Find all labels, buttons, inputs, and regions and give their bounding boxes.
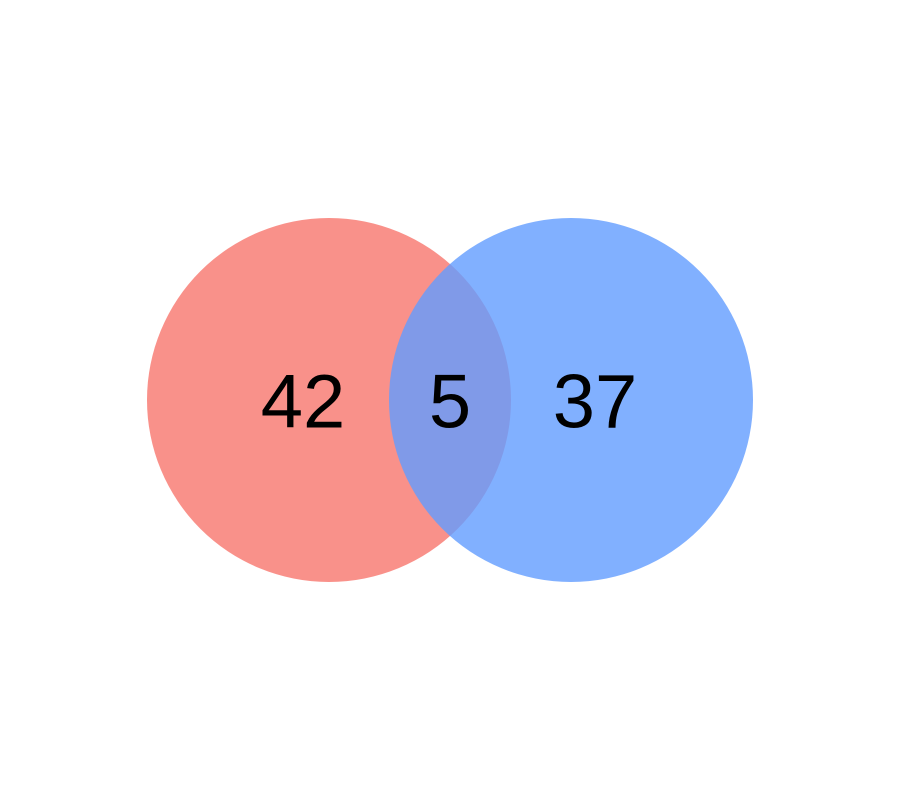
intersection-count: 5: [429, 360, 471, 445]
left-only-count: 42: [261, 360, 346, 445]
venn-diagram: 42 5 37: [147, 218, 753, 582]
right-only-count: 37: [553, 360, 638, 445]
